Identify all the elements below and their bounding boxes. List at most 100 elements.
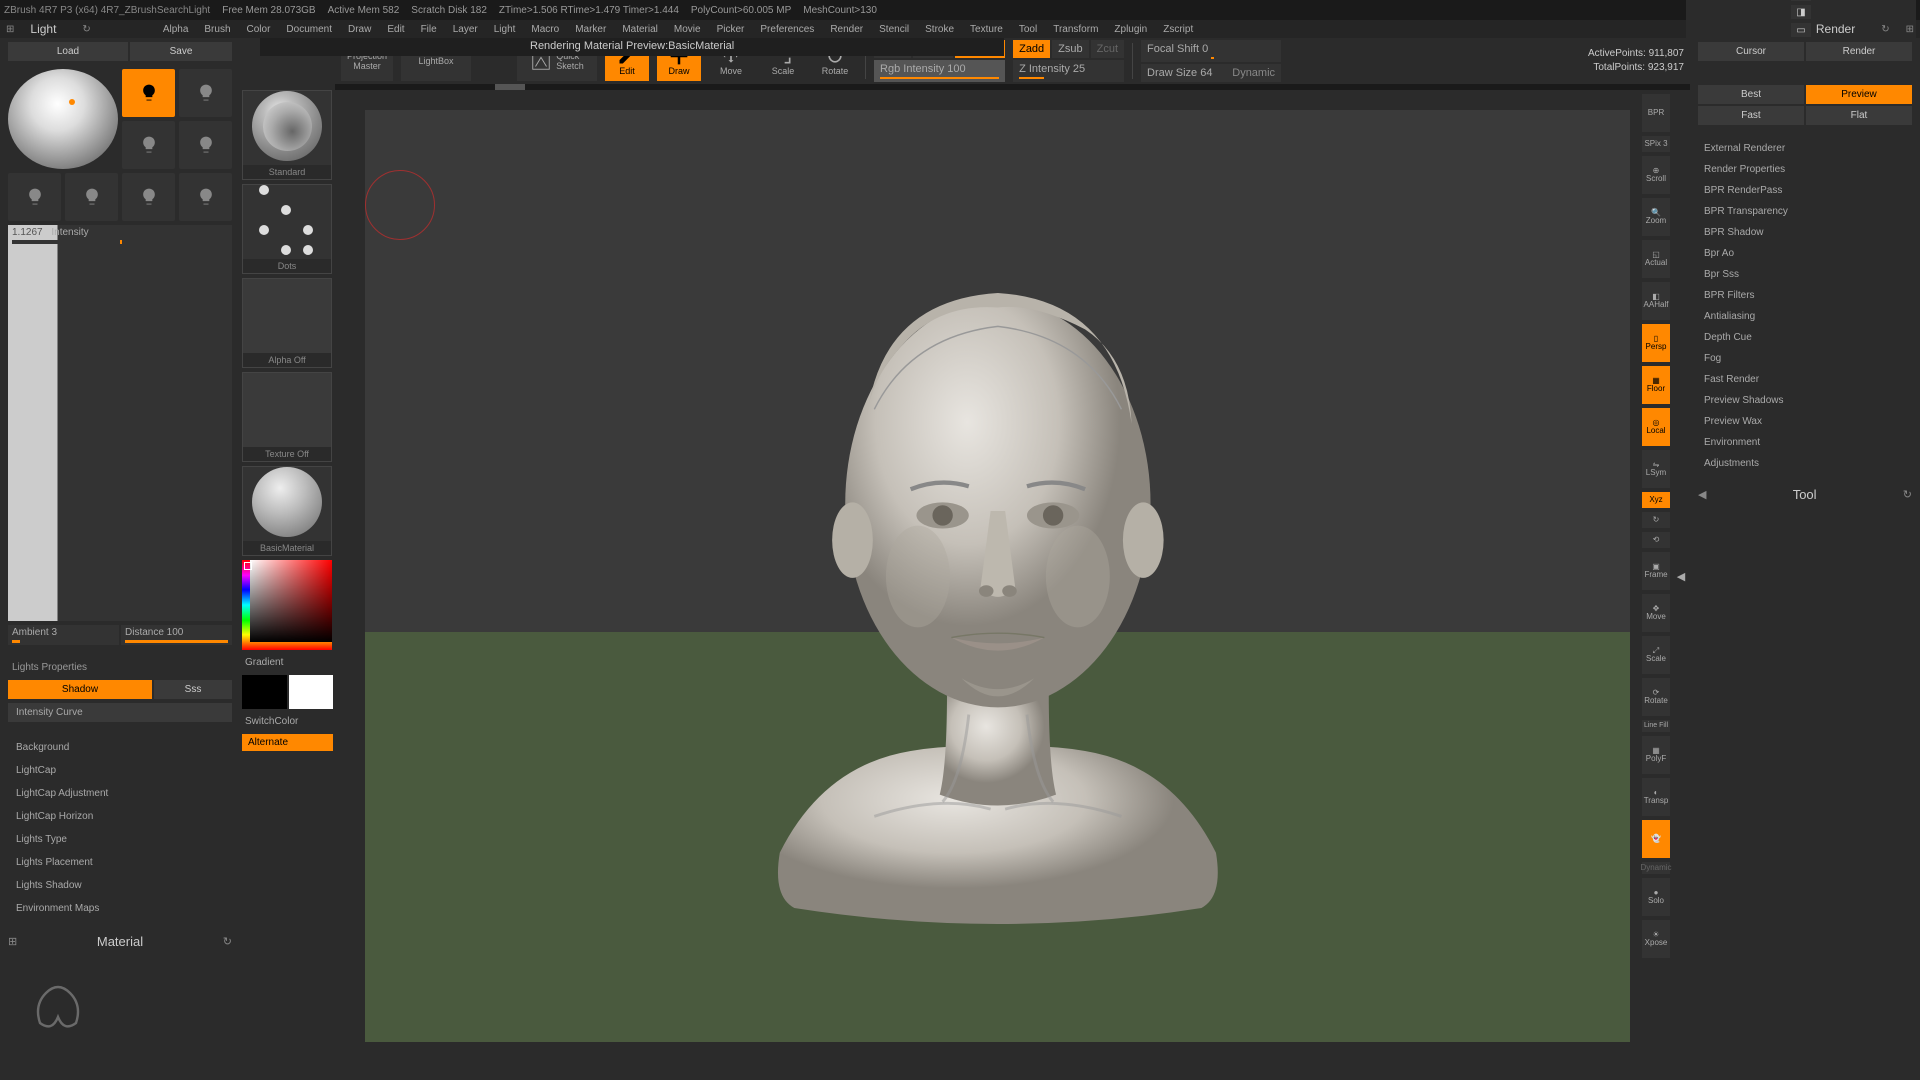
light-slot-5[interactable] — [8, 173, 61, 221]
collapse-tool-icon[interactable]: ◀ — [1698, 488, 1706, 501]
light-slot-6[interactable] — [65, 173, 118, 221]
refresh-icon[interactable]: ↻ — [82, 24, 90, 35]
scale-nav-button[interactable]: ⤢Scale — [1642, 636, 1670, 674]
save-button[interactable]: Save — [130, 42, 232, 61]
swatch-secondary[interactable] — [242, 675, 287, 709]
prop-lightcap-adjustment[interactable]: LightCap Adjustment — [8, 784, 232, 803]
prop-render-properties[interactable]: Render Properties — [1698, 160, 1912, 179]
swatch-primary[interactable] — [289, 675, 334, 709]
prop-environment-maps[interactable]: Environment Maps — [8, 899, 232, 918]
menu-picker[interactable]: Picker — [717, 24, 745, 35]
stroke-thumb[interactable]: Dots — [242, 184, 332, 274]
intensity-slider[interactable]: 1.1267 Intensity — [8, 225, 232, 621]
ambient-slider[interactable]: Ambient 3 — [8, 625, 119, 645]
prop-fog[interactable]: Fog — [1698, 349, 1912, 368]
menu-draw[interactable]: Draw — [348, 24, 371, 35]
menu-stencil[interactable]: Stencil — [879, 24, 909, 35]
menu-color[interactable]: Color — [247, 24, 271, 35]
frame-button[interactable]: ▣Frame — [1642, 552, 1670, 590]
lsym-button[interactable]: ⇋LSym — [1642, 450, 1670, 488]
lights-properties-header[interactable]: Lights Properties — [8, 659, 232, 676]
best-button[interactable]: Best — [1698, 85, 1804, 104]
menu-layer[interactable]: Layer — [453, 24, 478, 35]
prop-lightcap[interactable]: LightCap — [8, 761, 232, 780]
menu-marker[interactable]: Marker — [575, 24, 606, 35]
xpose-button[interactable]: ☀Xpose — [1642, 920, 1670, 958]
brush-thumb[interactable]: Standard — [242, 90, 332, 180]
collapse-right-icon[interactable]: ◀ — [1672, 90, 1690, 1062]
shadow-button[interactable]: Shadow — [8, 680, 152, 699]
menu-macro[interactable]: Macro — [531, 24, 559, 35]
prop-preview-wax[interactable]: Preview Wax — [1698, 412, 1912, 431]
menu-zscript[interactable]: Zscript — [1163, 24, 1193, 35]
persp-button[interactable]: ▯Persp — [1642, 324, 1670, 362]
zsub-button[interactable]: Zsub — [1052, 40, 1088, 58]
light-slot-7[interactable] — [122, 173, 175, 221]
load-button[interactable]: Load — [8, 42, 128, 61]
preview-button[interactable]: Preview — [1806, 85, 1912, 104]
light-preview-sphere[interactable] — [8, 69, 118, 169]
menu-zplugin[interactable]: Zplugin — [1114, 24, 1147, 35]
solo-button[interactable]: ●Solo — [1642, 878, 1670, 916]
dynamic-nav[interactable]: Dynamic — [1642, 862, 1670, 874]
light-slot-8[interactable] — [179, 173, 232, 221]
menu-preferences[interactable]: Preferences — [760, 24, 814, 35]
menu-material[interactable]: Material — [622, 24, 658, 35]
switchcolor-button[interactable]: SwitchColor — [242, 713, 333, 730]
prop-background[interactable]: Background — [8, 738, 232, 757]
menu-alpha[interactable]: Alpha — [163, 24, 189, 35]
dock-icon[interactable]: ⊞ — [6, 24, 14, 35]
bpr-button[interactable]: BPR — [1642, 94, 1670, 132]
rot-y[interactable]: ↻ — [1642, 512, 1670, 528]
actual-button[interactable]: ◱Actual — [1642, 240, 1670, 278]
prop-depth-cue[interactable]: Depth Cue — [1698, 328, 1912, 347]
light-position-dot[interactable] — [69, 99, 75, 105]
light-slot-4[interactable] — [179, 121, 232, 169]
distance-slider[interactable]: Distance 100 — [121, 625, 232, 645]
menu-file[interactable]: File — [421, 24, 437, 35]
refresh-tool-icon[interactable]: ↻ — [1903, 488, 1912, 501]
draw-size-slider[interactable]: Draw Size 64 Dynamic — [1141, 64, 1281, 82]
ghost-button[interactable]: 👻 — [1642, 820, 1670, 858]
prop-lights-placement[interactable]: Lights Placement — [8, 853, 232, 872]
alpha-thumb[interactable]: Alpha Off — [242, 278, 332, 368]
zcut-button[interactable]: Zcut — [1091, 40, 1124, 58]
light-slot-2[interactable] — [179, 69, 232, 117]
focal-shift-slider[interactable]: Focal Shift 0 — [1141, 40, 1281, 62]
prop-bpr-transparency[interactable]: BPR Transparency — [1698, 202, 1912, 221]
prop-bpr-sss[interactable]: Bpr Sss — [1698, 265, 1912, 284]
intensity-curve-button[interactable]: Intensity Curve — [8, 703, 232, 722]
light-slot-3[interactable] — [122, 121, 175, 169]
menu-edit[interactable]: Edit — [387, 24, 404, 35]
prop-lights-shadow[interactable]: Lights Shadow — [8, 876, 232, 895]
refresh-icon-right[interactable]: ↻ — [1881, 24, 1889, 35]
menu-transform[interactable]: Transform — [1053, 24, 1098, 35]
menu-light[interactable]: Light — [494, 24, 516, 35]
menu-movie[interactable]: Movie — [674, 24, 701, 35]
menu-stroke[interactable]: Stroke — [925, 24, 954, 35]
menu-texture[interactable]: Texture — [970, 24, 1003, 35]
prop-bpr-ao[interactable]: Bpr Ao — [1698, 244, 1912, 263]
alternate-button[interactable]: Alternate — [242, 734, 333, 751]
spix-slider[interactable]: SPix 3 — [1642, 136, 1670, 152]
win-btn-2[interactable]: ◨ — [1791, 5, 1811, 19]
transp-button[interactable]: ◐Transp — [1642, 778, 1670, 816]
win-btn-1[interactable]: ◧ — [1791, 0, 1811, 1]
texture-thumb[interactable]: Texture Off — [242, 372, 332, 462]
aahalf-button[interactable]: ◧AAHalf — [1642, 282, 1670, 320]
menu-tool[interactable]: Tool — [1019, 24, 1037, 35]
floor-button[interactable]: ▦Floor — [1642, 366, 1670, 404]
prop-bpr-filters[interactable]: BPR Filters — [1698, 286, 1912, 305]
material-thumb[interactable]: BasicMaterial — [242, 466, 332, 556]
prop-bpr-shadow[interactable]: BPR Shadow — [1698, 223, 1912, 242]
render-button[interactable]: Render — [1806, 42, 1912, 61]
rotate-nav-button[interactable]: ⟳Rotate — [1642, 678, 1670, 716]
zoom-button[interactable]: 🔍Zoom — [1642, 198, 1670, 236]
scroll-button[interactable]: ⊕Scroll — [1642, 156, 1670, 194]
menu-render[interactable]: Render — [830, 24, 863, 35]
cursor-button[interactable]: Cursor — [1698, 42, 1804, 61]
prop-lights-type[interactable]: Lights Type — [8, 830, 232, 849]
fast-button[interactable]: Fast — [1698, 106, 1804, 125]
light-slot-1[interactable] — [122, 69, 175, 117]
viewport-canvas[interactable] — [365, 110, 1630, 1042]
